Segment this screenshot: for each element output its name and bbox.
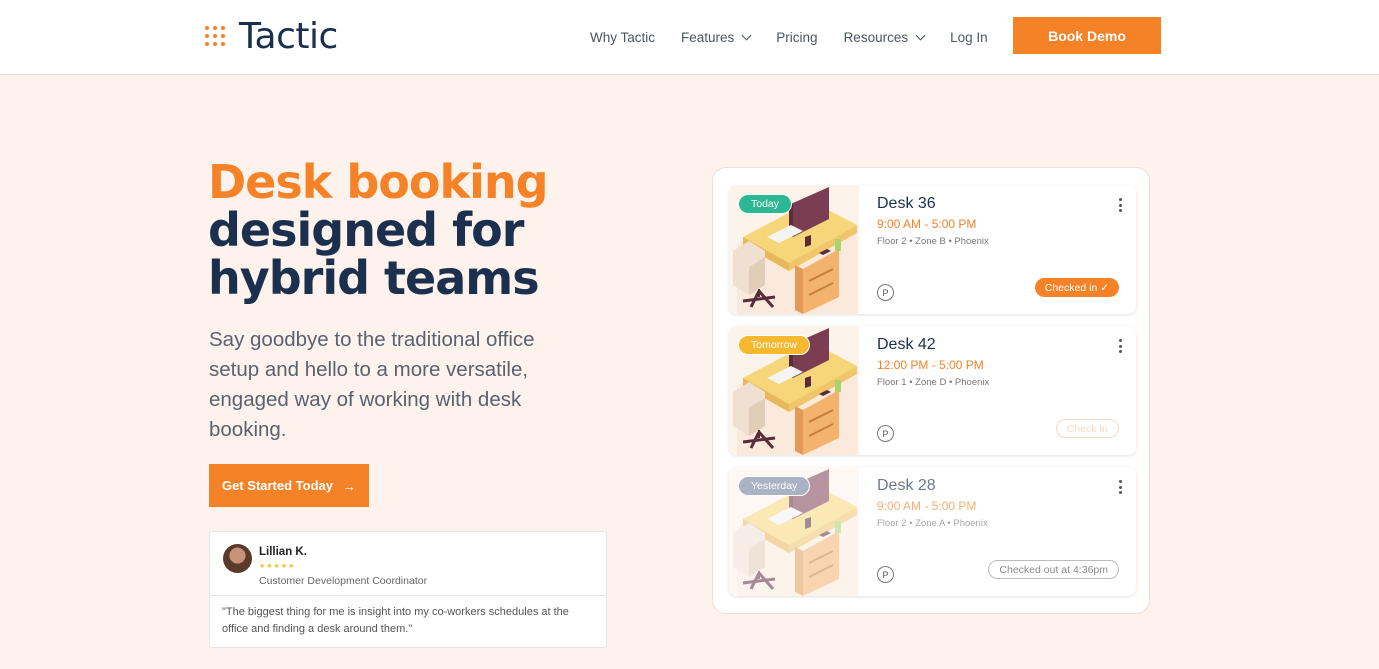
parking-icon: P	[877, 566, 894, 583]
arrow-right-icon: →	[342, 477, 356, 494]
more-options-icon[interactable]	[1119, 480, 1122, 497]
testimonial-role: Customer Development Coordinator	[259, 575, 428, 587]
tactic-logo[interactable]: Tactic	[205, 15, 338, 57]
booking-card[interactable]: Tomorrow Desk 42 12:00 PM - 5:00 PM Floor 1…	[729, 326, 1136, 455]
nav-label: Resources	[843, 30, 909, 45]
logo-text: Tactic	[239, 15, 338, 57]
booking-panel: Today Desk 36 9:00 AM - 5:00 PM Floor 2 • Z…	[712, 167, 1150, 614]
nav-label: Why Tactic	[590, 30, 656, 45]
chevron-down-icon	[915, 30, 926, 41]
checked-out-badge: Checked out at 4:36pm	[988, 560, 1119, 579]
parking-icon: P	[877, 425, 894, 442]
nav-log-in[interactable]: Log In	[950, 30, 988, 45]
nav-why-tactic[interactable]: Why Tactic	[590, 30, 655, 45]
nav-pricing[interactable]: Pricing	[776, 30, 817, 45]
get-started-button[interactable]: Get Started Today →	[209, 464, 369, 507]
desk-location: Floor 2 • Zone B • Phoenix	[877, 236, 989, 247]
desk-name: Desk 28	[877, 477, 936, 494]
site-header: Tactic Why Tactic Features Pricing Resou…	[0, 0, 1379, 75]
chevron-down-icon	[741, 30, 752, 41]
testimonial-quote: "The biggest thing for me is insight int…	[222, 606, 569, 635]
testimonial-header: Lillian K. ★★★★★ Customer Development Co…	[210, 532, 606, 596]
check-in-button[interactable]: Check In	[1055, 419, 1119, 438]
nav-features[interactable]: Features	[681, 30, 752, 45]
nav-resources[interactable]: Resources	[843, 30, 926, 45]
nav-label: Pricing	[776, 30, 818, 45]
logo-dots-icon	[205, 24, 229, 48]
desk-time: 9:00 AM - 5:00 PM	[877, 217, 977, 231]
desk-location: Floor 1 • Zone D • Phoenix	[877, 377, 990, 388]
desk-location: Floor 2 • Zone A • Phoenix	[877, 518, 988, 529]
desk-time: 12:00 PM - 5:00 PM	[877, 358, 984, 372]
hero-subtitle: Say goodbye to the traditional office se…	[209, 328, 535, 441]
booking-card[interactable]: Yesterday Desk 28 9:00 AM - 5:00 PM Floor 2…	[729, 467, 1136, 596]
parking-icon: P	[877, 284, 894, 301]
nav-label: Features	[681, 30, 735, 45]
avatar	[223, 544, 252, 573]
more-options-icon[interactable]	[1119, 339, 1122, 356]
booking-card[interactable]: Today Desk 36 9:00 AM - 5:00 PM Floor 2 • Z…	[729, 185, 1136, 314]
desk-name: Desk 36	[877, 195, 936, 212]
star-rating: ★★★★★	[259, 563, 296, 570]
get-started-label: Get Started Today	[221, 478, 333, 493]
testimonial-card: Lillian K. ★★★★★ Customer Development Co…	[209, 531, 607, 648]
desk-time: 9:00 AM - 5:00 PM	[877, 499, 977, 513]
hero-title-line-2: designed for	[208, 203, 524, 257]
day-pill: Today	[738, 194, 793, 214]
hero-title-line-1: Desk booking	[208, 155, 549, 209]
day-pill: Yesterday	[738, 476, 811, 496]
hero-title: Desk booking designed for hybrid teams	[208, 155, 549, 305]
testimonial-name: Lillian K.	[259, 546, 307, 558]
more-options-icon[interactable]	[1119, 198, 1122, 215]
hero-title-line-3: hybrid teams	[208, 251, 540, 305]
main-nav: Why Tactic Features Pricing Resources Lo…	[590, 0, 1014, 75]
nav-label: Log In	[950, 30, 988, 45]
day-pill: Tomorrow	[738, 335, 811, 355]
desk-name: Desk 42	[877, 336, 936, 353]
checked-in-badge: Checked in ✓	[1034, 278, 1119, 297]
book-demo-button[interactable]: Book Demo	[1013, 17, 1161, 54]
